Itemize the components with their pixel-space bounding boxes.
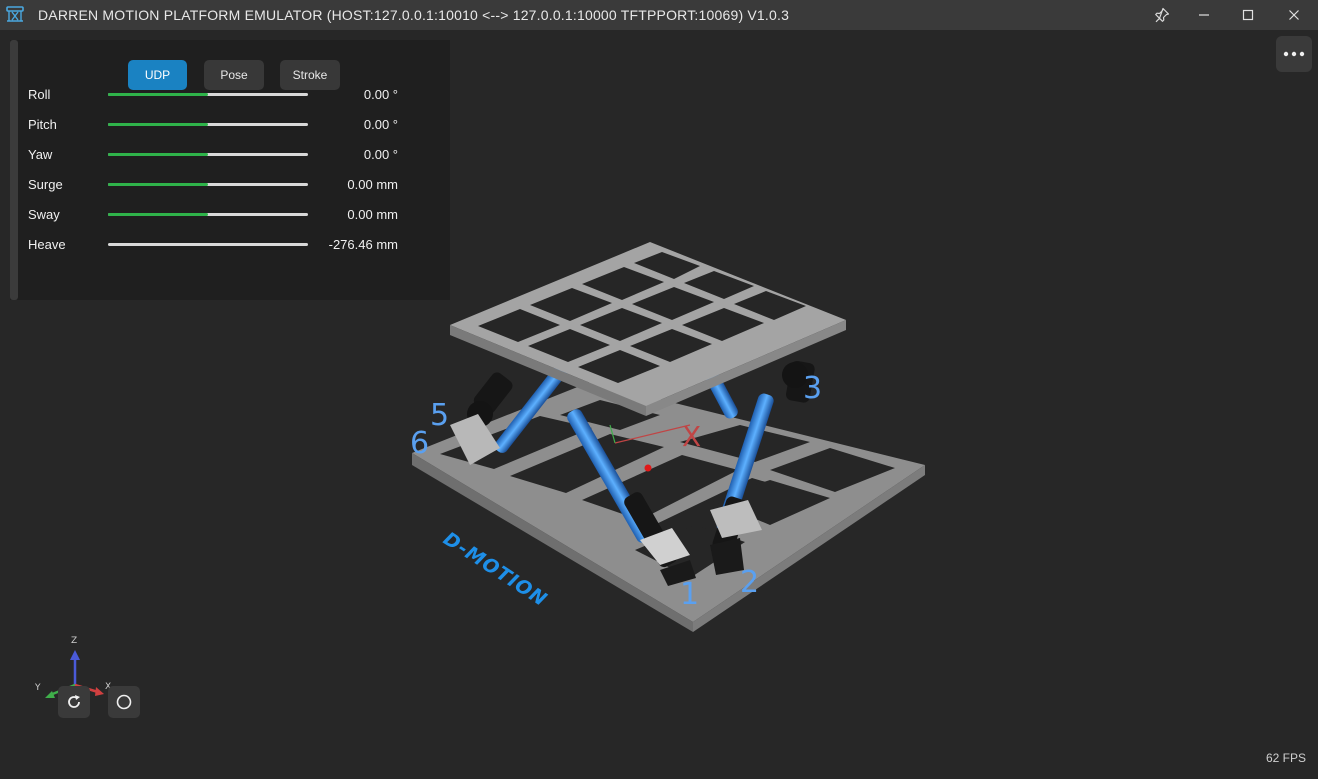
maximize-icon xyxy=(1242,9,1254,21)
pitch-slider[interactable] xyxy=(108,123,308,126)
reset-view-icon xyxy=(68,695,80,708)
reset-view-button[interactable] xyxy=(58,686,90,718)
roll-slider-fill xyxy=(108,93,208,96)
gizmo-y-label: Y xyxy=(34,683,41,693)
roll-value: 0.00 ° xyxy=(363,87,398,102)
heave-value: -276.46 mm xyxy=(328,237,398,252)
surge-value: 0.00 mm xyxy=(347,177,398,192)
pitch-slider-fill xyxy=(108,123,208,126)
surge-slider-fill xyxy=(108,183,208,186)
actuator-label-2: 2 xyxy=(740,565,759,600)
3d-viewport[interactable]: D-MOTION 1 2 3 5 6 X Z Y X UDP Pose Stro… xyxy=(0,30,1318,779)
close-icon xyxy=(1289,10,1299,20)
pin-icon xyxy=(1155,7,1170,23)
dof-row-surge: Surge 0.00 mm xyxy=(28,175,428,195)
brand-logo: D-MOTION xyxy=(439,528,551,611)
dof-row-pitch: Pitch 0.00 ° xyxy=(28,115,428,135)
roll-label: Roll xyxy=(28,87,51,102)
yaw-label: Yaw xyxy=(28,147,53,162)
yaw-slider-fill xyxy=(108,153,208,156)
heave-label: Heave xyxy=(28,237,66,252)
more-options-icon xyxy=(1283,51,1305,57)
sway-slider[interactable] xyxy=(108,213,308,216)
minimize-icon xyxy=(1199,14,1209,16)
dof-row-heave: Heave -276.46 mm xyxy=(28,235,428,255)
axis-x-label: X xyxy=(682,420,701,453)
sway-label: Sway xyxy=(28,207,60,222)
pin-button[interactable] xyxy=(1140,0,1184,30)
panel-scrollbar[interactable] xyxy=(10,40,18,300)
circle-view-button[interactable] xyxy=(108,686,140,718)
actuator-label-3: 3 xyxy=(803,371,822,406)
roll-slider[interactable] xyxy=(108,93,308,96)
heave-slider[interactable] xyxy=(108,243,308,246)
dof-row-yaw: Yaw 0.00 ° xyxy=(28,145,428,165)
actuator-label-1: 1 xyxy=(680,577,699,612)
actuator-label-6: 6 xyxy=(410,426,429,461)
surge-slider[interactable] xyxy=(108,183,308,186)
window-title: DARREN MOTION PLATFORM EMULATOR (HOST:12… xyxy=(38,7,790,23)
app-logo-icon xyxy=(6,6,24,22)
sway-value: 0.00 mm xyxy=(347,207,398,222)
more-options-button[interactable] xyxy=(1276,36,1312,72)
yaw-value: 0.00 ° xyxy=(363,147,398,162)
surge-label: Surge xyxy=(28,177,63,192)
close-button[interactable] xyxy=(1272,0,1316,30)
fps-counter: 62 FPS xyxy=(1265,751,1306,765)
title-bar: DARREN MOTION PLATFORM EMULATOR (HOST:12… xyxy=(0,0,1318,30)
gizmo-z-label: Z xyxy=(71,636,77,646)
pitch-label: Pitch xyxy=(28,117,57,132)
dof-row-sway: Sway 0.00 mm xyxy=(28,205,428,225)
actuator-label-5: 5 xyxy=(430,398,449,433)
yaw-slider[interactable] xyxy=(108,153,308,156)
maximize-button[interactable] xyxy=(1226,0,1270,30)
control-panel: UDP Pose Stroke Roll 0.00 ° Pitch 0.00 °… xyxy=(10,40,450,300)
circle-view-icon xyxy=(116,694,132,710)
minimize-button[interactable] xyxy=(1182,0,1226,30)
pitch-value: 0.00 ° xyxy=(363,117,398,132)
sway-slider-fill xyxy=(108,213,208,216)
dof-row-roll: Roll 0.00 ° xyxy=(28,85,428,105)
